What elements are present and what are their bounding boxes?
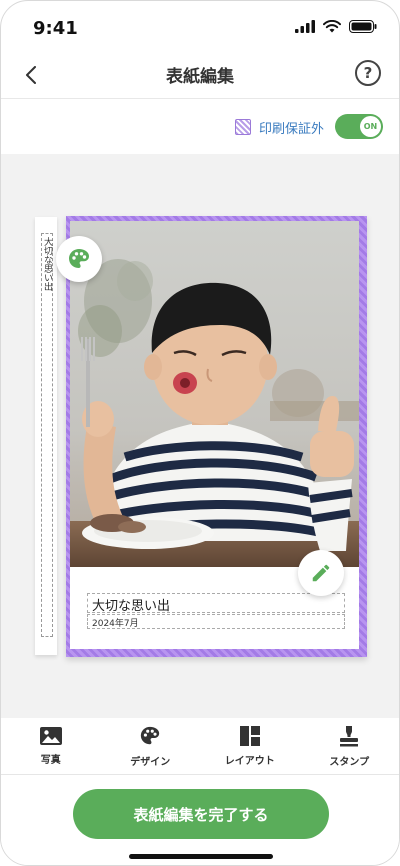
bottom-action-area: 表紙編集を完了する	[1, 775, 399, 865]
tab-stamp-label: スタンプ	[329, 756, 370, 768]
layout-icon	[239, 725, 260, 746]
palette-icon	[141, 726, 160, 744]
design-palette-button[interactable]	[56, 236, 102, 282]
tab-photo[interactable]: 写真	[1, 718, 101, 774]
cover-canvas: 大切な思い出 大切な思い出 2024年7月	[1, 154, 399, 718]
tab-stamp[interactable]: スタンプ	[300, 718, 400, 774]
cover-title-field[interactable]: 大切な思い出	[87, 593, 345, 614]
palette-icon	[69, 249, 89, 268]
cover-title-text: 大切な思い出	[92, 599, 171, 614]
toggle-knob: ON	[360, 116, 381, 137]
question-mark-icon: ?	[363, 64, 373, 82]
page-title: 表紙編集	[166, 67, 234, 87]
status-bar: 9:41	[1, 1, 399, 53]
editor-tab-bar: 写真 デザイン レイアウト スタンプ	[1, 718, 399, 775]
cover-photo[interactable]	[70, 221, 359, 567]
pencil-icon	[312, 564, 330, 582]
boy-eating-photo	[70, 221, 359, 567]
cover-date-text: 2024年7月	[92, 619, 139, 629]
print-guarantee-label: 印刷保証外	[259, 122, 325, 137]
spine-text: 大切な思い出	[42, 237, 52, 291]
tab-layout-label: レイアウト	[224, 755, 275, 767]
book-spine[interactable]: 大切な思い出	[35, 217, 57, 655]
signal-icon	[295, 20, 315, 33]
photo-icon	[39, 726, 62, 745]
status-icons	[295, 20, 377, 33]
print-guarantee-row: 印刷保証外 ON	[1, 100, 399, 154]
status-time: 9:41	[33, 18, 78, 39]
print-area-icon	[235, 119, 251, 135]
tab-design[interactable]: デザイン	[101, 718, 201, 774]
edit-text-button[interactable]	[298, 550, 344, 596]
wifi-icon	[323, 20, 341, 33]
spine-text-frame	[41, 233, 53, 637]
tab-design-label: デザイン	[130, 756, 171, 768]
battery-icon	[349, 20, 377, 33]
cover-date-field[interactable]: 2024年7月	[87, 614, 345, 629]
app-header: 表紙編集 ?	[1, 53, 399, 99]
stamp-icon	[340, 725, 359, 746]
home-indicator	[129, 854, 273, 859]
help-button[interactable]: ?	[355, 60, 381, 86]
tab-photo-label: 写真	[40, 754, 61, 766]
phone-frame: 9:41 表紙編集 ? 印刷保証外 ON 大切な思い出 大切な思い出 2024年…	[0, 0, 400, 866]
print-guarantee-toggle[interactable]: ON	[335, 114, 383, 139]
tab-layout[interactable]: レイアウト	[200, 718, 300, 774]
finish-cover-edit-button[interactable]: 表紙編集を完了する	[73, 789, 329, 839]
